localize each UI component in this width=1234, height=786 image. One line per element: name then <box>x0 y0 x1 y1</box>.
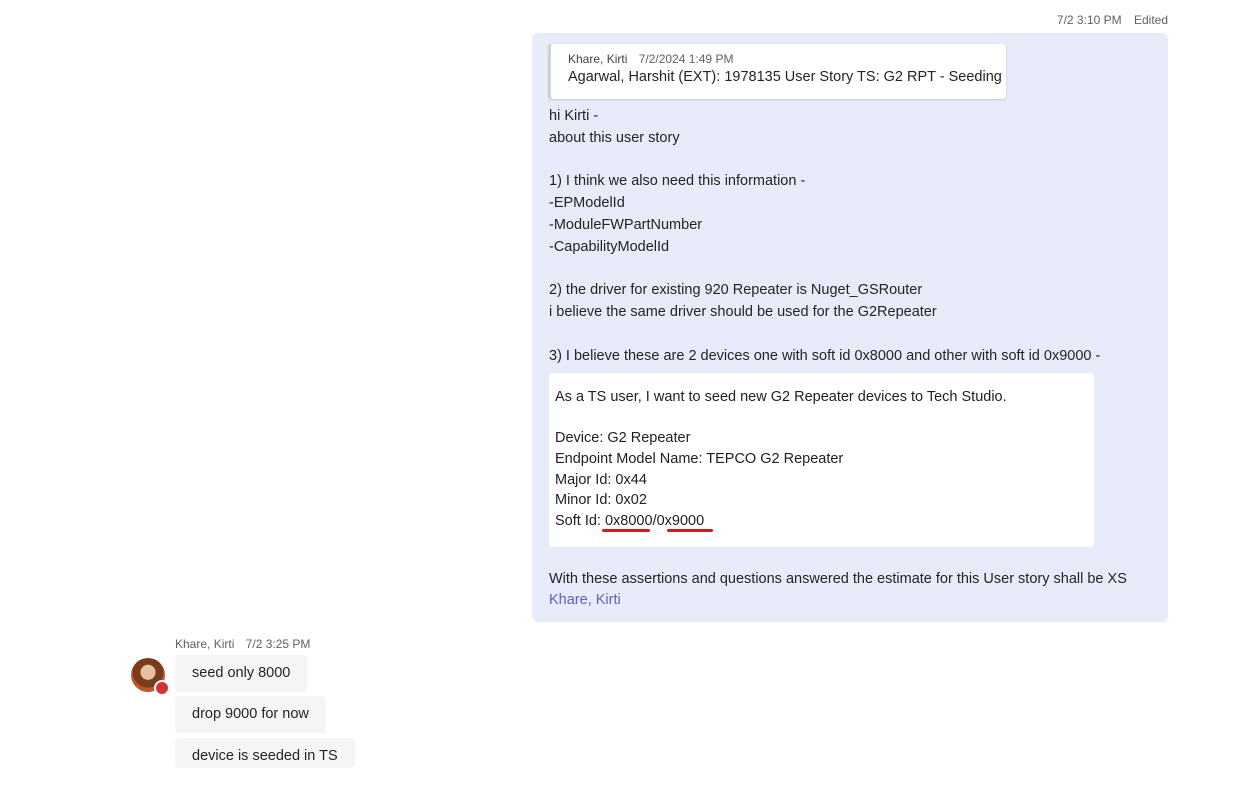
soft-id-b: 0x9000 <box>656 513 705 530</box>
quoted-reply[interactable]: Khare, Kirti 7/2/2024 1:49 PM Agarwal, H… <box>548 44 1006 99</box>
message-line <box>549 150 1100 172</box>
edited-label: Edited <box>1133 13 1168 27</box>
closing-text: With these assertions and questions answ… <box>549 571 1127 587</box>
screenshot-line: Device: G2 Repeater <box>555 430 691 447</box>
message-line: 3) I believe these are 2 devices one wit… <box>549 347 1101 364</box>
red-underline-annotation <box>667 529 713 532</box>
incoming-message-bubble[interactable]: seed only 8000 <box>175 655 308 692</box>
red-underline-annotation <box>602 529 650 532</box>
screenshot-line: Major Id: 0x44 <box>555 471 647 488</box>
message-closing: With these assertions and questions answ… <box>549 569 1127 611</box>
presence-busy-icon <box>154 680 170 696</box>
screenshot-text: As a TS user, I want to seed new G2 Repe… <box>555 387 1094 532</box>
message-line <box>549 259 1100 281</box>
message-line: about this user story <box>549 129 680 146</box>
soft-id-a: 0x8000 <box>604 513 653 530</box>
message-line: -CapabilityModelId <box>549 238 670 255</box>
message-line: hi Kirti - <box>549 108 599 124</box>
soft-id-separator: / <box>652 513 657 530</box>
mention-link[interactable]: Khare, Kirti <box>549 590 1127 611</box>
quote-time: 7/2/2024 1:49 PM <box>638 52 734 66</box>
incoming-message-bubble[interactable]: drop 9000 for now <box>175 696 326 733</box>
soft-id-label: Soft Id: <box>555 513 605 530</box>
quote-header: Khare, Kirti 7/2/2024 1:49 PM <box>568 52 1006 66</box>
quote-text: Agarwal, Harshit (EXT): 1978135 User Sto… <box>568 69 1002 85</box>
message-line: -EPModelId <box>549 195 625 212</box>
quote-author: Khare, Kirti <box>568 52 628 66</box>
message-line <box>549 324 1100 346</box>
message-line: 2) the driver for existing 920 Repeater … <box>549 282 923 299</box>
message-timestamp: 7/2 3:10 PM <box>1056 13 1122 27</box>
screenshot-line <box>555 408 1094 429</box>
incoming-timestamp: 7/2 3:25 PM <box>245 637 311 651</box>
incoming-sender-meta: Khare, Kirti 7/2 3:25 PM <box>175 637 310 651</box>
screenshot-line: As a TS user, I want to seed new G2 Repe… <box>555 389 1007 405</box>
message-line: -ModuleFWPartNumber <box>549 216 703 233</box>
embedded-screenshot[interactable]: As a TS user, I want to seed new G2 Repe… <box>549 373 1094 547</box>
sender-name[interactable]: Khare, Kirti <box>175 637 234 651</box>
message-line: 1) I think we also need this information… <box>549 173 806 190</box>
screenshot-line: Minor Id: 0x02 <box>555 492 647 509</box>
screenshot-line: Endpoint Model Name: TEPCO G2 Repeater <box>555 451 844 468</box>
message-body: hi Kirti - about this user story 1) I th… <box>549 106 1100 368</box>
incoming-message-bubble[interactable]: device is seeded in TS <box>175 738 355 768</box>
message-line: i believe the same driver should be used… <box>549 304 937 321</box>
message-meta: 7/2 3:10 PM Edited <box>1048 13 1168 27</box>
